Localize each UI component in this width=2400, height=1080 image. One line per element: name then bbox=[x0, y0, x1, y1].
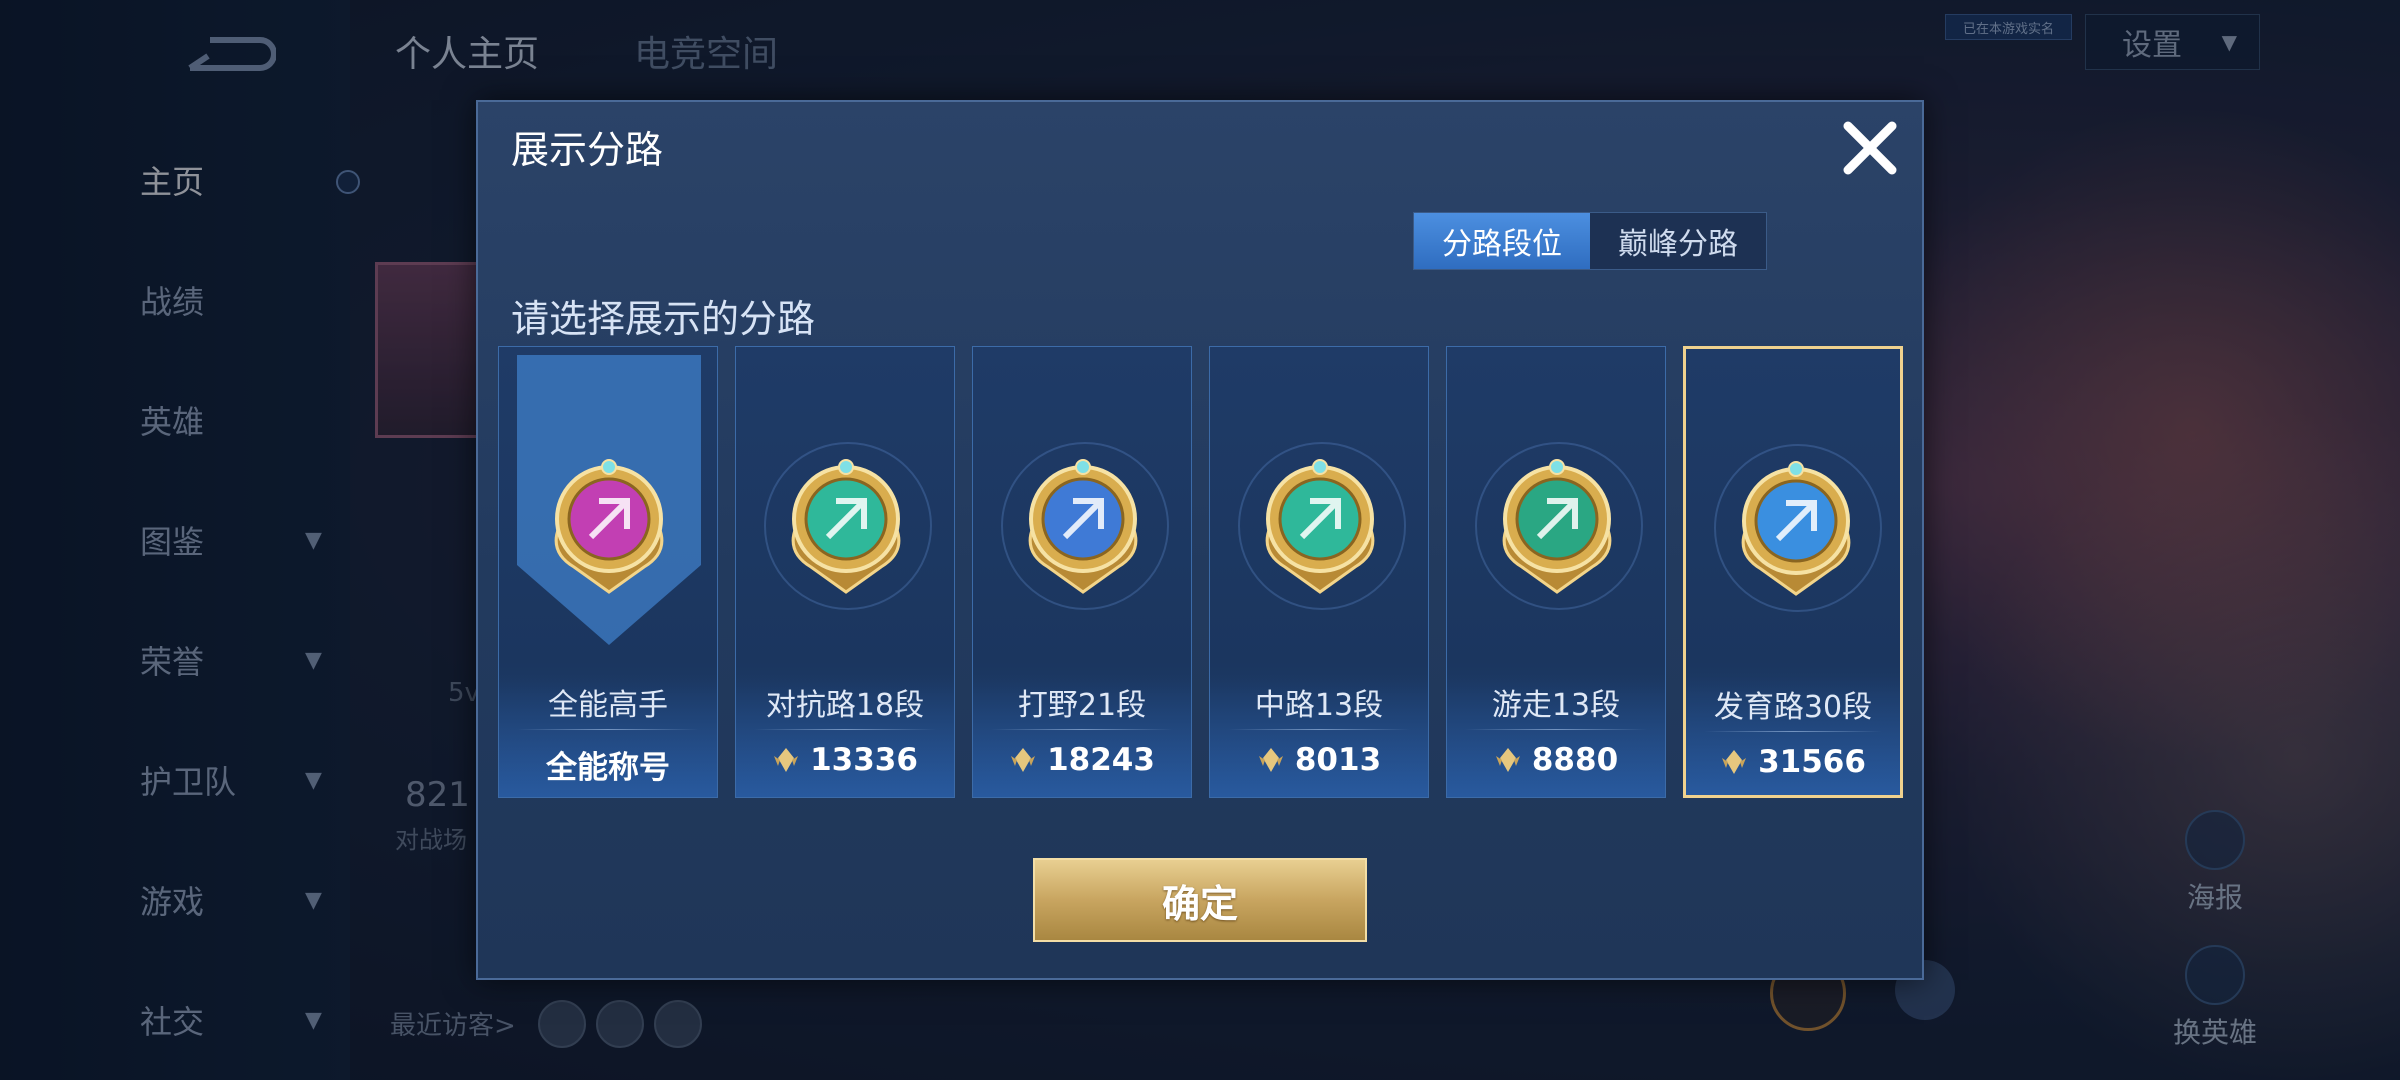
close-icon bbox=[1843, 121, 1897, 175]
lane-emblem-icon bbox=[1265, 459, 1375, 594]
lane-score: 18243 bbox=[973, 742, 1191, 778]
lane-card[interactable]: 全能高手 全能称号 bbox=[498, 346, 718, 798]
segment-control: 分路段位 巅峰分路 bbox=[1413, 212, 1767, 270]
confirm-button[interactable]: 确定 bbox=[1033, 858, 1367, 942]
lane-emblem-icon bbox=[1741, 461, 1851, 596]
dialog-title: 展示分路 bbox=[511, 128, 664, 172]
card-divider bbox=[1228, 729, 1410, 730]
lane-name: 游走13段 bbox=[1491, 688, 1621, 723]
card-divider bbox=[1465, 729, 1647, 730]
lane-card[interactable]: 中路13段 8013 bbox=[1209, 346, 1429, 798]
lane-name: 中路13段 bbox=[1254, 688, 1384, 723]
section-subtitle: 请选择展示的分路 bbox=[511, 297, 816, 341]
card-divider bbox=[517, 729, 699, 730]
card-divider bbox=[754, 729, 936, 730]
lane-name: 打野21段 bbox=[1017, 688, 1147, 723]
lane-score-value: 8880 bbox=[1531, 742, 1619, 778]
segment-peak-lane[interactable]: 巅峰分路 bbox=[1590, 213, 1766, 269]
rank-points-icon bbox=[774, 748, 799, 772]
lane-card[interactable]: 对抗路18段 13336 bbox=[735, 346, 955, 798]
lane-score-value: 18243 bbox=[1047, 742, 1155, 778]
lane-card[interactable]: 打野21段 18243 bbox=[972, 346, 1192, 798]
lane-emblem-icon bbox=[1502, 459, 1612, 594]
lane-name: 全能高手 bbox=[548, 688, 668, 723]
lane-name: 发育路30段 bbox=[1713, 690, 1873, 725]
rank-points-icon bbox=[1495, 748, 1520, 772]
card-divider bbox=[1704, 731, 1882, 732]
lane-emblem-icon bbox=[554, 459, 664, 594]
lane-score-value: 全能称号 bbox=[546, 750, 670, 786]
lane-score: 13336 bbox=[736, 742, 954, 778]
lane-name: 对抗路18段 bbox=[765, 688, 925, 723]
rank-points-icon bbox=[1722, 750, 1747, 774]
lane-score: 全能称号 bbox=[499, 742, 717, 787]
lane-score-value: 13336 bbox=[810, 742, 918, 778]
rank-points-icon bbox=[1258, 748, 1283, 772]
close-button[interactable] bbox=[1834, 112, 1906, 184]
lane-card[interactable]: 游走13段 8880 bbox=[1446, 346, 1666, 798]
card-divider bbox=[991, 729, 1173, 730]
lane-score: 8013 bbox=[1210, 742, 1428, 778]
segment-lane-rank[interactable]: 分路段位 bbox=[1414, 213, 1590, 269]
rank-points-icon bbox=[1011, 748, 1036, 772]
lane-score: 31566 bbox=[1686, 744, 1900, 780]
lane-score-value: 8013 bbox=[1294, 742, 1382, 778]
lane-score: 8880 bbox=[1447, 742, 1665, 778]
lane-card[interactable]: 发育路30段 31566 bbox=[1683, 346, 1903, 798]
lane-emblem-icon bbox=[791, 459, 901, 594]
lane-score-value: 31566 bbox=[1758, 744, 1866, 780]
lane-emblem-icon bbox=[1028, 459, 1138, 594]
lane-display-dialog: 展示分路 分路段位 巅峰分路 请选择展示的分路 全能高手 全能称号 对抗路18段 13… bbox=[476, 100, 1924, 980]
